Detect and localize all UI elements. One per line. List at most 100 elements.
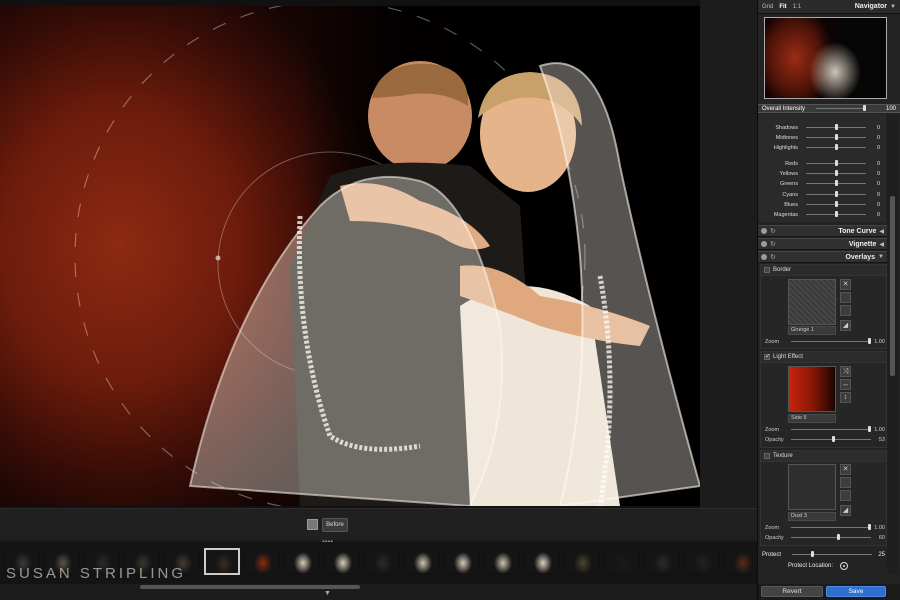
section-overlays[interactable]: ↻ Overlays ▼: [758, 251, 887, 263]
compare-toggle[interactable]: [307, 519, 318, 530]
protect-slider[interactable]: [792, 550, 872, 559]
filmstrip-thumbnail[interactable]: [324, 548, 360, 575]
filmstrip-thumbnail[interactable]: [364, 548, 400, 575]
enable-dot-icon[interactable]: [761, 254, 767, 260]
adjust-slider[interactable]: [806, 210, 866, 219]
border-preview[interactable]: [788, 279, 836, 325]
filmstrip-thumbnail[interactable]: [644, 548, 680, 575]
revert-button[interactable]: Revert: [761, 586, 823, 597]
light-effect-opacity-label: Opacity: [765, 436, 784, 443]
texture-zoom-slider[interactable]: [791, 523, 871, 532]
texture-edit-icon[interactable]: ◢: [840, 505, 851, 516]
filmstrip-thumbnail[interactable]: [524, 548, 560, 575]
filmstrip-thumbnail[interactable]: [444, 548, 480, 575]
light-effect-opacity-slider[interactable]: [791, 435, 871, 444]
light-effect-opacity-row: Opacity 53: [765, 435, 885, 444]
navigator-preview[interactable]: [764, 17, 887, 99]
nav-option-1-1[interactable]: 1:1: [793, 4, 801, 10]
adjust-slider[interactable]: [806, 123, 866, 132]
filmstrip-thumbnail[interactable]: [204, 548, 240, 575]
filmstrip-thumbnail[interactable]: [404, 548, 440, 575]
border-zoom-slider[interactable]: [791, 337, 871, 346]
adjust-value: 0: [876, 144, 880, 151]
light-effect-zoom-slider[interactable]: [791, 425, 871, 434]
border-checkbox[interactable]: [764, 267, 770, 273]
border-flip-icon[interactable]: [840, 292, 851, 303]
filmstrip-thumbnail[interactable]: [564, 548, 600, 575]
texture-opacity-row: Opacity 60: [765, 533, 885, 542]
light-effect-checkbox[interactable]: ✓: [764, 354, 770, 360]
texture-remove-icon[interactable]: ✕: [840, 464, 851, 475]
enable-dot-icon[interactable]: [761, 241, 767, 247]
overall-intensity-label: Overall Intensity: [762, 105, 806, 112]
border-preset-select[interactable]: Grunge 1: [788, 326, 836, 335]
adjust-slider[interactable]: [806, 179, 866, 188]
texture-rotate-icon[interactable]: [840, 490, 851, 501]
navigator-collapse-icon[interactable]: ▼: [890, 4, 896, 10]
enable-dot-icon[interactable]: [761, 228, 767, 234]
reset-cycle-icon[interactable]: ↻: [770, 253, 776, 261]
wedding-photo[interactable]: [0, 6, 700, 506]
panel-scroll-thumb[interactable]: [890, 196, 895, 376]
flip-vertical-icon[interactable]: ↕: [840, 392, 851, 403]
reset-cycle-icon[interactable]: ↻: [770, 240, 776, 248]
panel-scrollbar[interactable]: [887, 114, 899, 574]
shuffle-icon[interactable]: ⤨: [840, 366, 851, 377]
border-zoom-value: 1.00: [874, 338, 885, 345]
adjust-value: 0: [876, 180, 880, 187]
adjust-label: Magentas: [773, 211, 798, 218]
filmstrip-thumbnail[interactable]: [244, 548, 280, 575]
target-icon[interactable]: [840, 562, 848, 570]
filmstrip-thumbnail[interactable]: [484, 548, 520, 575]
adjust-slider[interactable]: [806, 200, 866, 209]
nav-option-grid[interactable]: Grid: [762, 4, 773, 10]
filmstrip-thumbnail[interactable]: [684, 548, 720, 575]
save-button[interactable]: Save: [826, 586, 886, 597]
border-zoom-label: Zoom: [765, 338, 780, 345]
filmstrip-thumbnail[interactable]: [604, 548, 640, 575]
adjust-slider[interactable]: [806, 169, 866, 178]
overall-intensity-slider[interactable]: [816, 104, 866, 113]
overall-intensity-row: Overall Intensity 100: [758, 104, 900, 113]
border-remove-icon[interactable]: ✕: [840, 279, 851, 290]
texture-preview[interactable]: [788, 464, 836, 510]
adjust-slider[interactable]: [806, 133, 866, 142]
light-effect-preview[interactable]: [788, 366, 836, 412]
texture-zoom-value: 1.00: [874, 524, 885, 531]
texture-opacity-slider[interactable]: [791, 533, 871, 542]
border-label: Border: [773, 267, 792, 273]
expand-left-icon[interactable]: ◀: [879, 241, 884, 248]
light-effect-preset-select[interactable]: Side 5: [788, 414, 836, 423]
texture-group: Texture ✕ ◢ Dust 3 Zoom 1.00 Opacity 60: [760, 450, 887, 546]
overlays-title: Overlays: [845, 253, 876, 261]
section-vignette[interactable]: ↻ Vignette ◀: [758, 238, 887, 250]
texture-flip-icon[interactable]: [840, 477, 851, 488]
photo-illustration: [74, 6, 700, 506]
filmstrip-thumbnail[interactable]: [724, 548, 760, 575]
filmstrip-scrollbar[interactable]: ▼: [0, 584, 757, 600]
before-button[interactable]: Before: [322, 518, 348, 532]
filmstrip-scroll-thumb[interactable]: [140, 585, 360, 589]
nav-option-fit[interactable]: Fit: [779, 4, 786, 10]
adjust-slider[interactable]: [806, 190, 866, 199]
adjust-value: 0: [876, 134, 880, 141]
adjust-value: 0: [876, 160, 880, 167]
adjust-slider[interactable]: [806, 159, 866, 168]
reset-cycle-icon[interactable]: ↻: [770, 227, 776, 235]
expand-left-icon[interactable]: ◀: [879, 228, 884, 235]
border-group: Border ✕ ◢ Grunge 1 Zoom 1.00: [760, 264, 887, 349]
image-canvas[interactable]: [0, 0, 757, 508]
texture-preset-select[interactable]: Dust 3: [788, 512, 836, 521]
navigator-header: Grid Fit 1:1 Navigator ▼: [758, 0, 900, 14]
adjust-row-blues: Blues 0: [758, 200, 886, 209]
texture-checkbox[interactable]: [764, 453, 770, 459]
flip-horizontal-icon[interactable]: ↔: [840, 379, 851, 390]
scroll-down-icon[interactable]: ▼: [324, 590, 331, 597]
section-tone-curve[interactable]: ↻ Tone Curve ◀: [758, 225, 887, 237]
expand-down-icon[interactable]: ▼: [878, 254, 884, 260]
vignette-title: Vignette: [848, 240, 877, 248]
filmstrip-thumbnail[interactable]: [284, 548, 320, 575]
border-edit-icon[interactable]: ◢: [840, 320, 851, 331]
adjust-slider[interactable]: [806, 143, 866, 152]
border-rotate-icon[interactable]: [840, 305, 851, 316]
